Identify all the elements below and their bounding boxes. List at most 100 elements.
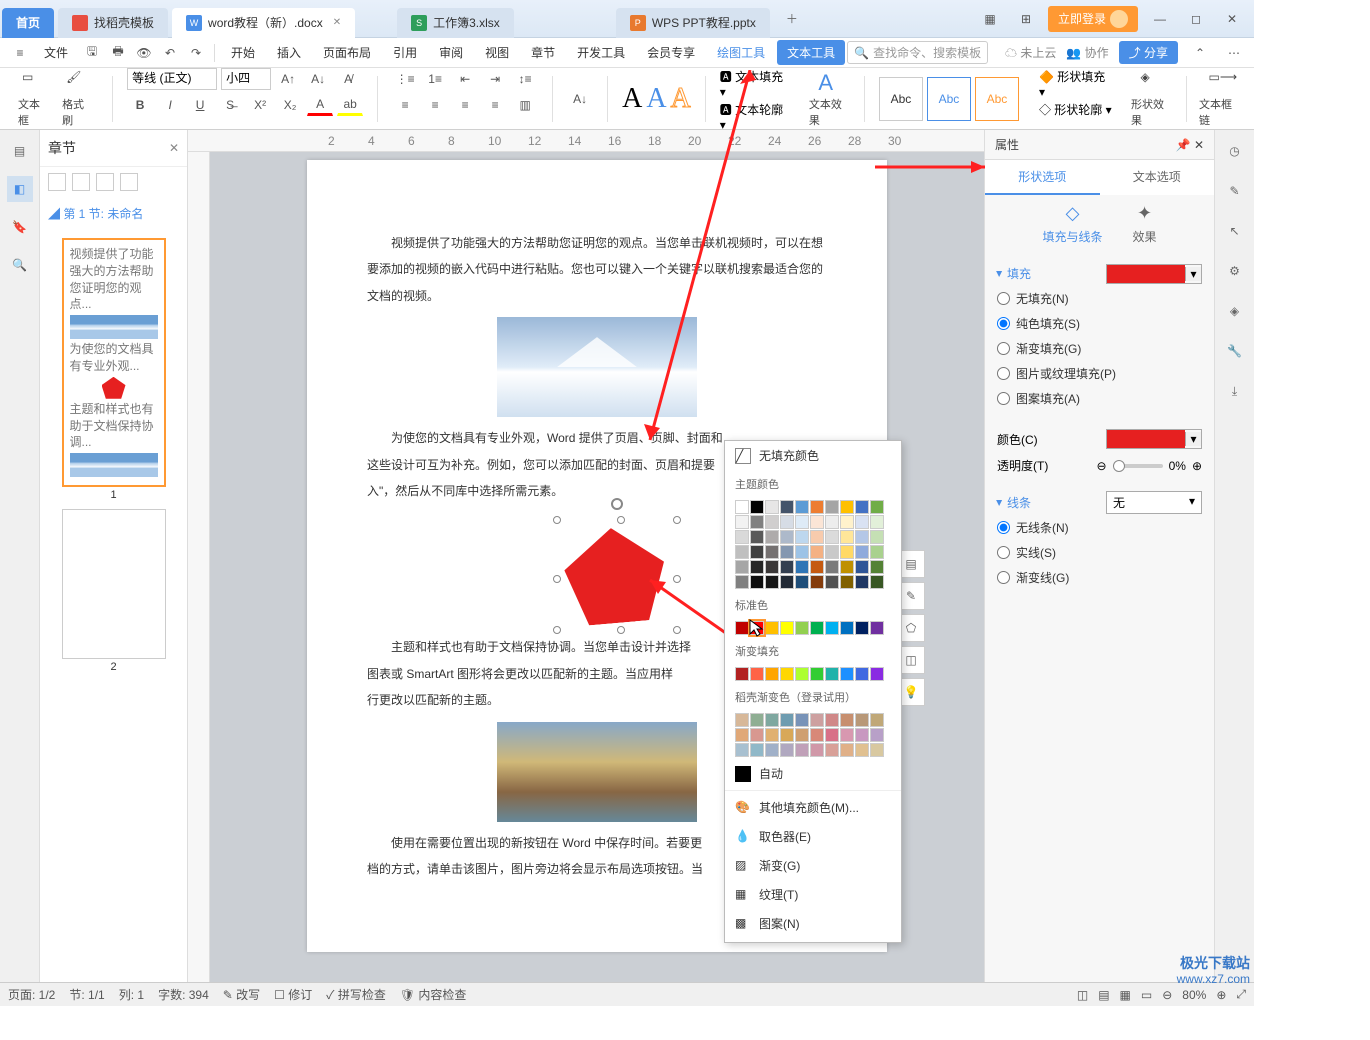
- color-swatch[interactable]: [855, 500, 869, 514]
- color-swatch[interactable]: [810, 560, 824, 574]
- view-mode-3-icon[interactable]: ▦: [1120, 988, 1131, 1002]
- radio-gradient-line[interactable]: 渐变线(G): [997, 565, 1202, 590]
- pin-icon[interactable]: 📌: [1176, 138, 1191, 152]
- color-picker-button[interactable]: ▾: [1106, 429, 1202, 449]
- color-swatch[interactable]: [840, 728, 854, 742]
- color-swatch[interactable]: [855, 575, 869, 589]
- radio-solid-fill[interactable]: 纯色填充(S): [997, 311, 1202, 336]
- opacity-minus[interactable]: ⊖: [1097, 459, 1107, 473]
- menu-drawing-tools[interactable]: 绘图工具: [707, 40, 775, 65]
- menu-devtools[interactable]: 开发工具: [567, 40, 635, 65]
- textbox-link-button[interactable]: ▭⟶文本框链: [1195, 66, 1246, 132]
- line-spacing-icon[interactable]: ↕≡: [512, 68, 538, 90]
- color-swatch[interactable]: [795, 667, 809, 681]
- eyedropper-option[interactable]: 💧取色器(E): [725, 822, 901, 851]
- close-button[interactable]: ✕: [1218, 5, 1246, 33]
- color-swatch[interactable]: [840, 743, 854, 757]
- color-swatch[interactable]: [765, 530, 779, 544]
- rotation-handle[interactable]: [611, 498, 623, 510]
- bookmark-icon[interactable]: 🔖: [7, 214, 33, 240]
- view-mode-2-icon[interactable]: ▤: [1098, 988, 1109, 1002]
- color-swatch[interactable]: [855, 515, 869, 529]
- strike-icon[interactable]: S̶: [217, 94, 243, 116]
- color-swatch[interactable]: [780, 545, 794, 559]
- outline-icon[interactable]: ▤: [7, 138, 33, 164]
- superscript-icon[interactable]: X²: [247, 94, 273, 116]
- cursor-icon[interactable]: ↖: [1222, 218, 1248, 244]
- color-swatch[interactable]: [840, 500, 854, 514]
- color-swatch[interactable]: [840, 545, 854, 559]
- color-swatch[interactable]: [855, 728, 869, 742]
- color-swatch[interactable]: [780, 621, 794, 635]
- radio-solid-line[interactable]: 实线(S): [997, 540, 1202, 565]
- color-swatch[interactable]: [780, 713, 794, 727]
- cloud-status[interactable]: ☁ 未上云: [1005, 44, 1056, 61]
- align-center-icon[interactable]: ≡: [422, 94, 448, 116]
- color-swatch[interactable]: [750, 713, 764, 727]
- color-swatch[interactable]: [750, 728, 764, 742]
- status-page[interactable]: 页面: 1/2: [8, 986, 55, 1003]
- shape-effect-button[interactable]: ◈形状效果: [1127, 66, 1178, 132]
- horizontal-ruler[interactable]: 24681012141618202224262830: [188, 130, 984, 152]
- apps-icon[interactable]: ⊞: [1012, 5, 1040, 33]
- fill-section-header[interactable]: 填充: [997, 261, 1031, 286]
- maximize-button[interactable]: ◻: [1182, 5, 1210, 33]
- color-swatch[interactable]: [855, 743, 869, 757]
- color-swatch[interactable]: [840, 621, 854, 635]
- color-swatch[interactable]: [825, 728, 839, 742]
- text-effect-button[interactable]: A文本效果: [805, 66, 856, 132]
- color-swatch[interactable]: [735, 545, 749, 559]
- login-button[interactable]: 立即登录: [1048, 6, 1138, 32]
- color-swatch[interactable]: [795, 743, 809, 757]
- color-swatch[interactable]: [870, 575, 884, 589]
- status-content[interactable]: 🛡 内容检查: [400, 986, 467, 1003]
- tab-daoke[interactable]: 找稻壳模板: [58, 8, 168, 38]
- color-swatch[interactable]: [810, 530, 824, 544]
- zoom-out-icon[interactable]: ⊖: [1162, 988, 1172, 1002]
- color-swatch[interactable]: [870, 515, 884, 529]
- color-swatch[interactable]: [810, 545, 824, 559]
- color-swatch[interactable]: [750, 545, 764, 559]
- color-swatch[interactable]: [795, 500, 809, 514]
- color-swatch[interactable]: [825, 530, 839, 544]
- number-list-icon[interactable]: 1≡: [422, 68, 448, 90]
- align-justify-icon[interactable]: ≡: [482, 94, 508, 116]
- color-swatch[interactable]: [840, 515, 854, 529]
- color-swatch[interactable]: [810, 621, 824, 635]
- radio-picture-fill[interactable]: 图片或纹理填充(P): [997, 361, 1202, 386]
- nav-btn-4[interactable]: [120, 173, 138, 191]
- status-track[interactable]: ✎ 改写: [223, 986, 260, 1003]
- decrease-font-icon[interactable]: A↓: [305, 68, 331, 90]
- color-swatch[interactable]: [780, 500, 794, 514]
- color-swatch[interactable]: [855, 621, 869, 635]
- color-swatch[interactable]: [765, 713, 779, 727]
- color-swatch[interactable]: [735, 667, 749, 681]
- columns-icon[interactable]: ▥: [512, 94, 538, 116]
- shape-style-1[interactable]: Abc: [879, 77, 923, 121]
- fit-icon[interactable]: ⤢: [1236, 987, 1246, 1002]
- color-swatch[interactable]: [840, 575, 854, 589]
- color-swatch[interactable]: [870, 560, 884, 574]
- color-swatch[interactable]: [735, 743, 749, 757]
- color-swatch[interactable]: [825, 713, 839, 727]
- gradient-option[interactable]: ▨渐变(G): [725, 851, 901, 880]
- menu-insert[interactable]: 插入: [267, 40, 311, 65]
- menu-chapter[interactable]: 章节: [521, 40, 565, 65]
- color-swatch[interactable]: [870, 545, 884, 559]
- color-swatch[interactable]: [735, 728, 749, 742]
- color-swatch[interactable]: [840, 713, 854, 727]
- props-close-icon[interactable]: ✕: [1194, 138, 1204, 152]
- color-swatch[interactable]: [795, 621, 809, 635]
- color-swatch[interactable]: [855, 667, 869, 681]
- color-swatch[interactable]: [855, 530, 869, 544]
- color-swatch[interactable]: [765, 621, 779, 635]
- shape-style-2[interactable]: Abc: [927, 77, 971, 121]
- no-fill-option[interactable]: ╱无填充颜色: [725, 441, 901, 470]
- color-swatch[interactable]: [735, 621, 749, 635]
- color-swatch[interactable]: [795, 575, 809, 589]
- color-swatch[interactable]: [765, 575, 779, 589]
- align-left-icon[interactable]: ≡: [392, 94, 418, 116]
- more-colors-option[interactable]: 🎨其他填充颜色(M)...: [725, 793, 901, 822]
- tab-ppt[interactable]: PWPS PPT教程.pptx: [616, 8, 770, 38]
- color-swatch[interactable]: [810, 515, 824, 529]
